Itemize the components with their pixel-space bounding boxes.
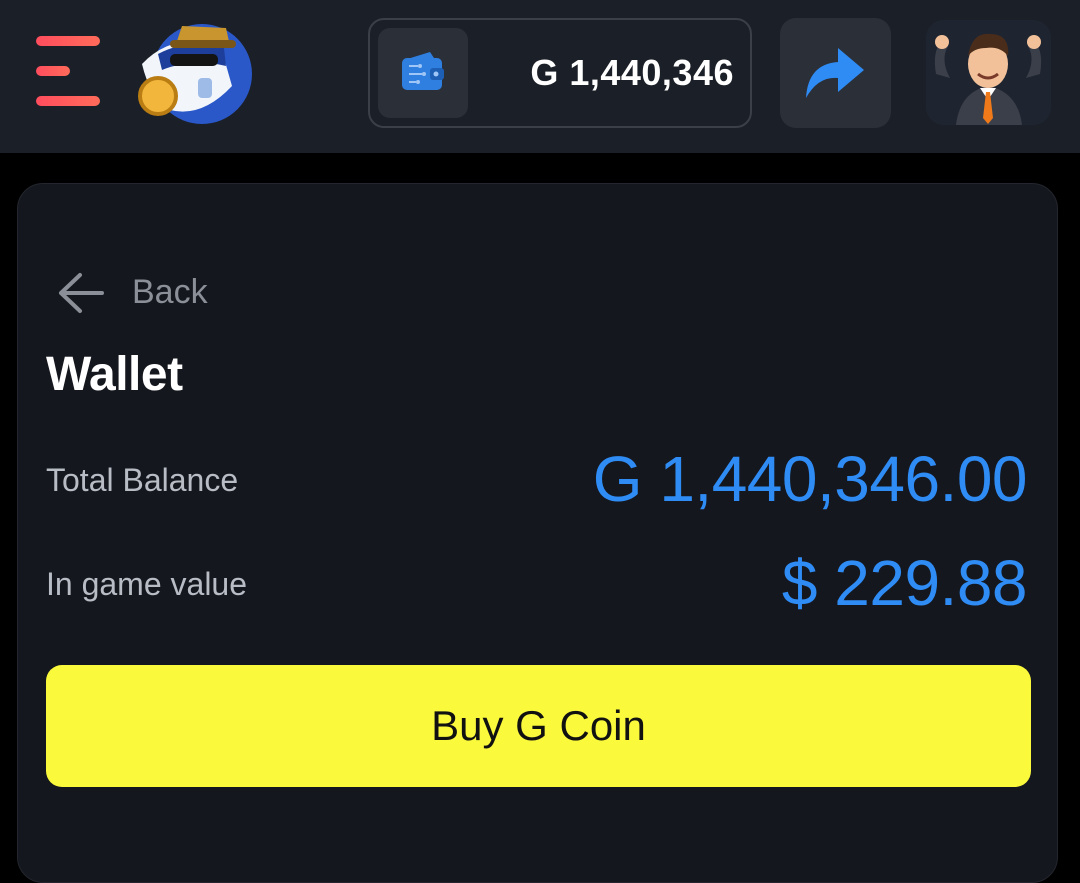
hamburger-menu-icon [36,36,100,46]
balance-display[interactable]: G 1,440,346 [368,18,752,128]
total-balance-value: G 1,440,346.00 [592,443,1028,515]
hamburger-line [36,96,100,106]
buy-g-coin-button[interactable]: Buy G Coin [46,665,1031,787]
menu-button[interactable] [34,34,102,110]
in-game-value-label: In game value [46,566,248,602]
wallet-icon [378,28,468,118]
total-balance-label: Total Balance [46,462,239,498]
hamburger-line [36,66,70,76]
header-balance-value: G 1,440,346 [530,52,734,93]
back-button[interactable]: Back [56,268,256,318]
user-avatar[interactable] [926,20,1051,125]
businessman-avatar [926,20,1051,125]
top-navigation-bar: G 1,440,346 [0,0,1080,153]
shark-mascot-logo[interactable] [132,14,256,132]
wallet-card: Back Wallet Total Balance G 1,440,346.00… [17,183,1058,883]
in-game-value-amount: $ 229.88 [781,547,1028,619]
share-arrow-icon [806,48,864,98]
arrow-left-icon [59,273,104,313]
share-button[interactable] [780,18,891,128]
page-title: Wallet [46,348,183,401]
buy-button-label: Buy G Coin [431,702,646,749]
back-label: Back [132,273,208,311]
